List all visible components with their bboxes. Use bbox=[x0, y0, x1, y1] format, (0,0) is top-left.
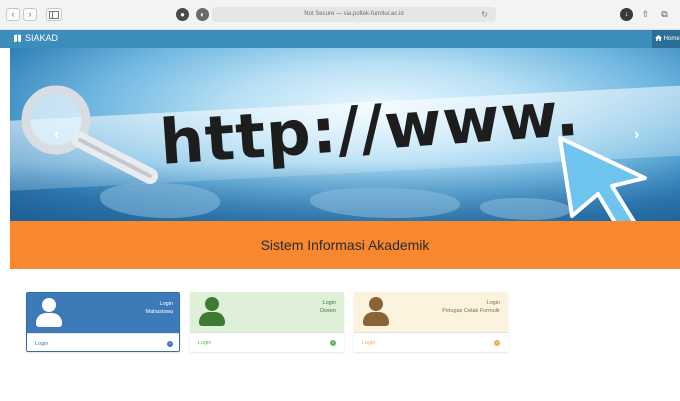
hero-carousel: http://www. ‹ › bbox=[10, 48, 680, 221]
brand-label: SIAKAD bbox=[25, 33, 59, 43]
user-icon bbox=[363, 297, 389, 329]
login-link-petugas[interactable]: Login › bbox=[354, 332, 508, 352]
browser-toolbar: ‹ › ● ◐ Not Secure — sia.poltek-furnitur… bbox=[0, 0, 680, 30]
arrow-circle-right-icon: › bbox=[330, 340, 336, 346]
privacy-icon[interactable]: ◐ bbox=[196, 8, 209, 21]
brand-link[interactable]: SIAKAD bbox=[13, 33, 58, 43]
browser-nav-buttons: ‹ › bbox=[6, 8, 62, 21]
login-link-label: Login bbox=[362, 340, 376, 346]
tabs-overview-icon[interactable]: ⧉ bbox=[658, 8, 671, 21]
nav-home-link[interactable]: Home bbox=[652, 30, 680, 48]
login-link-label: Login bbox=[198, 340, 212, 346]
login-box-header: Login Mahasiswa bbox=[27, 293, 179, 333]
reload-icon[interactable]: ↻ bbox=[481, 7, 488, 22]
arrow-circle-right-icon: › bbox=[167, 341, 173, 347]
back-button[interactable]: ‹ bbox=[6, 8, 20, 21]
forward-button[interactable]: › bbox=[23, 8, 37, 21]
title-banner: Sistem Informasi Akademik bbox=[10, 221, 680, 269]
home-label: Home bbox=[663, 36, 680, 42]
login-box-petugas[interactable]: Login Petugas Cetak Formulir Login › bbox=[354, 292, 508, 352]
login-box-dosen[interactable]: Login Dosen Login › bbox=[190, 292, 344, 352]
login-box-title: Login Petugas Cetak Formulir bbox=[442, 300, 500, 314]
login-box-title: Login Mahasiswa bbox=[145, 301, 173, 315]
home-icon bbox=[655, 35, 662, 41]
address-text: Not Secure — sia.poltek-furnitur.ac.id bbox=[304, 11, 404, 17]
extension-icon[interactable]: ● bbox=[176, 8, 189, 21]
login-box-title: Login Dosen bbox=[320, 300, 336, 314]
share-icon[interactable]: ⇧ bbox=[639, 8, 652, 21]
top-navbar: SIAKAD Home bbox=[0, 30, 680, 48]
book-icon bbox=[14, 34, 21, 42]
login-box-header: Login Petugas Cetak Formulir bbox=[354, 292, 508, 332]
carousel-next-button[interactable]: › bbox=[634, 126, 639, 144]
page-title: Sistem Informasi Akademik bbox=[260, 237, 430, 253]
sidebar-icon bbox=[49, 11, 59, 19]
login-box-header: Login Dosen bbox=[190, 292, 344, 332]
arrow-circle-right-icon: › bbox=[494, 340, 500, 346]
login-link-label: Login bbox=[35, 341, 49, 347]
address-bar[interactable]: Not Secure — sia.poltek-furnitur.ac.id ↻ bbox=[212, 7, 496, 22]
carousel-prev-button[interactable]: ‹ bbox=[54, 126, 59, 144]
magnifier-icon bbox=[21, 85, 158, 184]
login-box-mahasiswa[interactable]: Login Mahasiswa Login › bbox=[26, 292, 180, 352]
user-icon bbox=[36, 298, 62, 330]
user-icon bbox=[199, 297, 225, 329]
login-link-mahasiswa[interactable]: Login › bbox=[27, 333, 179, 351]
download-icon[interactable]: ↓ bbox=[620, 8, 633, 21]
cursor-arrow-icon bbox=[558, 136, 647, 221]
login-link-dosen[interactable]: Login › bbox=[190, 332, 344, 352]
sidebar-toggle-button[interactable] bbox=[46, 8, 62, 21]
